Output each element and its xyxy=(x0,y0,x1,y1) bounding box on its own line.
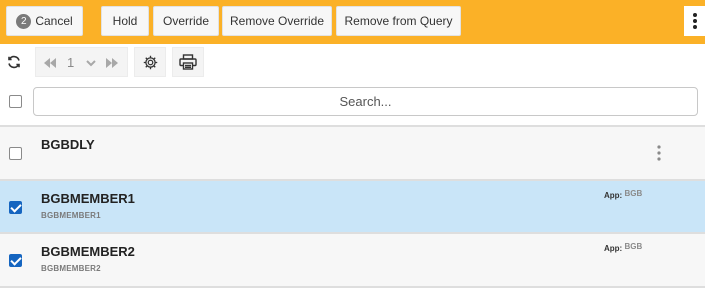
remove-from-query-button[interactable]: Remove from Query xyxy=(336,6,461,36)
first-page-icon[interactable] xyxy=(43,56,57,74)
row-more-vertical-icon[interactable] xyxy=(652,143,666,163)
row-checkbox[interactable] xyxy=(9,254,22,267)
print-icon[interactable] xyxy=(172,47,204,77)
cancel-button[interactable]: 2 Cancel xyxy=(6,6,83,36)
remove-override-button[interactable]: Remove Override xyxy=(222,6,332,36)
row-app: App: BGB xyxy=(604,189,643,200)
row-title: BGBMEMBER1 xyxy=(41,191,135,206)
list-item[interactable]: BGBMEMBER1 BGBMEMBER1 App: BGB xyxy=(0,181,705,232)
row-title: BGBMEMBER2 xyxy=(41,244,135,259)
app-value: BGB xyxy=(624,242,643,251)
app-label: App: xyxy=(604,191,623,200)
row-checkbox[interactable] xyxy=(9,201,22,214)
action-bar: 2 Cancel Hold Override Remove Override R… xyxy=(0,0,705,44)
remove-from-query-button-label: Remove from Query xyxy=(344,14,453,28)
row-subtitle: BGBMEMBER2 xyxy=(41,264,101,273)
override-button-label: Override xyxy=(162,14,209,28)
list-item[interactable]: BGBMEMBER2 BGBMEMBER2 App: BGB xyxy=(0,234,705,286)
row-app: App: BGB xyxy=(604,242,643,253)
search-input[interactable] xyxy=(33,87,698,116)
cancel-button-label: Cancel xyxy=(35,14,73,28)
app-label: App: xyxy=(604,244,623,253)
toolbar: 1 xyxy=(0,46,705,78)
more-vertical-icon[interactable] xyxy=(684,6,705,36)
gear-icon[interactable] xyxy=(134,47,166,77)
row-checkbox[interactable] xyxy=(9,147,22,160)
search-row xyxy=(0,80,705,124)
app-value: BGB xyxy=(624,189,643,198)
row-title: BGBDLY xyxy=(41,137,95,152)
last-page-icon[interactable] xyxy=(105,56,119,74)
page-number[interactable]: 1 xyxy=(67,55,74,70)
remove-override-button-label: Remove Override xyxy=(229,14,325,28)
hold-button-label: Hold xyxy=(112,14,138,28)
row-subtitle: BGBMEMBER1 xyxy=(41,211,101,220)
list-item[interactable]: BGBDLY xyxy=(0,127,705,179)
refresh-icon[interactable] xyxy=(0,47,28,77)
override-button[interactable]: Override xyxy=(153,6,219,36)
pager: 1 xyxy=(35,47,128,77)
selected-count-badge: 2 xyxy=(16,13,32,29)
row-divider xyxy=(0,286,705,288)
select-all-checkbox[interactable] xyxy=(9,95,22,108)
chevron-down-icon[interactable] xyxy=(85,56,97,74)
hold-button[interactable]: Hold xyxy=(101,6,149,36)
